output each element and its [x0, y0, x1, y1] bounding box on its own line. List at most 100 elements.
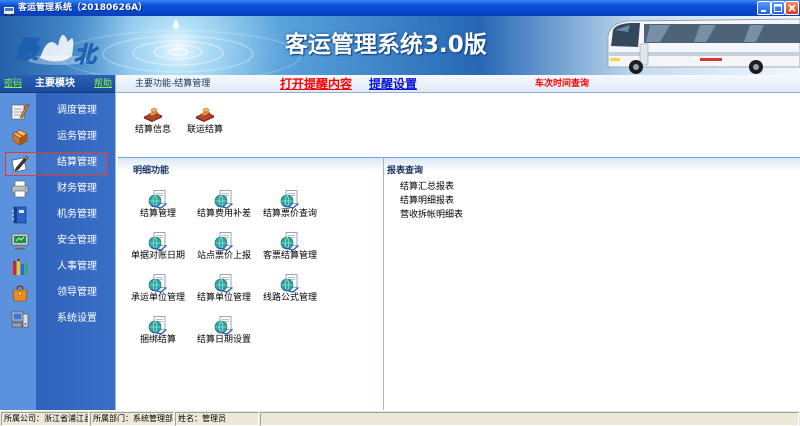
report-revenue-split-detail[interactable]: 营收拆帐明细表: [400, 208, 463, 222]
detail-item-station-fare-report[interactable]: 站点票价上报: [191, 231, 257, 263]
detail-item-reconciliation-date[interactable]: 单据对账日期: [125, 231, 191, 263]
detail-item-label: 结算单位管理: [196, 293, 251, 303]
detail-item-fee-adjustment[interactable]: 结算费用补差: [191, 189, 257, 221]
help-link[interactable]: 帮助: [94, 75, 112, 93]
detail-item-label: 结算管理: [139, 209, 176, 219]
binder-icon: [12, 206, 27, 224]
sidebar-item-label: 调度管理: [57, 105, 97, 116]
document-globe-icon: [280, 231, 300, 251]
settlement-info-label: 结算信息: [134, 125, 171, 135]
sidebar-item-label: 系统设置: [57, 313, 97, 324]
password-link[interactable]: 密码: [4, 75, 22, 93]
document-globe-icon: [148, 273, 168, 293]
maximize-icon: [774, 4, 782, 12]
open-reminders-link[interactable]: 打开提醒内容: [280, 75, 352, 93]
joint-settlement-label: 联运结算: [186, 125, 223, 135]
breadcrumb: 主要功能-结算管理: [135, 79, 211, 89]
sidebar-item-label: 领导管理: [57, 287, 97, 298]
trip-time-query-link[interactable]: 车次时间查询: [535, 75, 589, 93]
detail-item-label: 客票结算管理: [262, 251, 317, 261]
joint-settlement-button[interactable]: 联运结算: [180, 106, 230, 138]
report-settlement-detail[interactable]: 结算明细报表: [400, 194, 463, 208]
report-list: 结算汇总报表 结算明细报表 营收拆帐明细表: [400, 180, 463, 222]
detail-item-label: 结算日期设置: [196, 335, 251, 345]
detail-item-label: 结算费用补差: [196, 209, 251, 219]
sidebar-item-safety[interactable]: 安全管理: [0, 230, 115, 252]
reminder-settings-link[interactable]: 提醒设置: [369, 75, 417, 93]
sidebar-item-label: 机务管理: [57, 209, 97, 220]
document-globe-icon: [214, 189, 234, 209]
crayons-icon: [13, 258, 28, 275]
monitor-icon: [11, 233, 29, 250]
logo-char-second: 北: [74, 42, 99, 68]
close-button[interactable]: [785, 1, 799, 15]
main-header: 主要功能-结算管理 打开提醒内容 提醒设置 车次时间查询: [116, 75, 800, 93]
section-divider: [383, 157, 384, 410]
document-globe-icon: [148, 231, 168, 251]
detail-item-label: 结算票价查询: [262, 209, 317, 219]
app-icon: [3, 2, 15, 17]
document-globe-icon: [214, 273, 234, 293]
sidebar-title: 主要模块: [35, 78, 75, 89]
sidebar-item-dispatch[interactable]: 调度管理: [0, 100, 115, 122]
sidebar-item-label: 运务管理: [57, 131, 97, 142]
module-list: 调度管理 运务管理 结算管理 财务管理 机务管理 安全管理 人事管理 领导管理 …: [0, 100, 115, 334]
pen-paper-icon: [11, 155, 29, 173]
sidebar-item-settlement[interactable]: 结算管理: [0, 152, 115, 176]
sidebar-item-label: 人事管理: [57, 261, 97, 272]
settlement-info-button[interactable]: 结算信息: [128, 106, 178, 138]
minimize-icon: [761, 10, 766, 12]
stamp-icon: [194, 106, 216, 122]
status-company: 所属公司：浙江省浦江县汽: [1, 412, 89, 426]
sidebar-item-operations[interactable]: 运务管理: [0, 126, 115, 148]
sidebar-item-label: 财务管理: [57, 183, 97, 194]
report-settlement-summary[interactable]: 结算汇总报表: [400, 180, 463, 194]
sidebar-item-maintenance[interactable]: 机务管理: [0, 204, 115, 226]
detail-item-ticket-settlement[interactable]: 客票结算管理: [257, 231, 323, 263]
detail-item-fare-query[interactable]: 结算票价查询: [257, 189, 323, 221]
status-department: 所属部门：系统管理部: [90, 412, 174, 426]
report-section-header: 报表查询: [384, 157, 800, 176]
detail-item-date-settings[interactable]: 结算日期设置: [191, 315, 257, 347]
document-globe-icon: [148, 315, 168, 335]
detail-section-title: 明细功能: [133, 166, 170, 176]
sidebar-item-personnel[interactable]: 人事管理: [0, 256, 115, 278]
sidebar: 密码 主要模块 帮助 调度管理 运务管理 结算管理 财务管理 机务管理 安全管理…: [0, 75, 116, 410]
sidebar-item-finance[interactable]: 财务管理: [0, 178, 115, 200]
logo-char-first: 最: [14, 35, 41, 64]
detail-item-settlement-management[interactable]: 结算管理: [125, 189, 191, 221]
detail-item-label: 捆绑结算: [139, 335, 176, 345]
detail-item-label: 线路公式管理: [262, 293, 317, 303]
close-icon: [788, 4, 796, 12]
detail-item-bundled-settlement[interactable]: 捆绑结算: [125, 315, 191, 347]
printer-icon: [11, 180, 29, 198]
detail-item-label: 承运单位管理: [130, 293, 185, 303]
sidebar-header: 密码 主要模块 帮助: [0, 75, 115, 93]
sidebar-item-leadership[interactable]: 领导管理: [0, 282, 115, 304]
status-user: 姓名：管理员: [175, 412, 259, 426]
report-section-title: 报表查询: [387, 166, 424, 176]
window-title: 客运管理系统（20180626A）: [18, 3, 148, 13]
maximize-button[interactable]: [771, 1, 785, 15]
banner-title: 客运管理系统3.0版: [285, 32, 487, 58]
detail-item-label: 单据对账日期: [130, 251, 185, 261]
document-globe-icon: [214, 231, 234, 251]
detail-section-header: 明细功能: [118, 157, 383, 176]
document-globe-icon: [148, 189, 168, 209]
banner: 最 北 客运管理系统3.0版: [0, 16, 800, 75]
status-empty: [260, 412, 799, 426]
document-globe-icon: [280, 189, 300, 209]
computer-settings-icon: [11, 311, 29, 328]
detail-item-settlement-unit[interactable]: 结算单位管理: [191, 273, 257, 305]
package-icon: [12, 129, 28, 146]
detail-item-carrier-management[interactable]: 承运单位管理: [125, 273, 191, 305]
bus-illustration: [607, 18, 800, 74]
title-bar: 客运管理系统（20180626A）: [0, 0, 800, 17]
main-panel: 主要功能-结算管理 打开提醒内容 提醒设置 车次时间查询 结算信息 联运结算 明…: [116, 75, 800, 410]
detail-item-route-formula[interactable]: 线路公式管理: [257, 273, 323, 305]
detail-item-label: 站点票价上报: [196, 251, 251, 261]
minimize-button[interactable]: [757, 1, 771, 15]
sidebar-item-system-settings[interactable]: 系统设置: [0, 308, 115, 330]
sidebar-item-label: 安全管理: [57, 235, 97, 246]
status-bar: 所属公司：浙江省浦江县汽 所属部门：系统管理部 姓名：管理员: [0, 410, 800, 426]
